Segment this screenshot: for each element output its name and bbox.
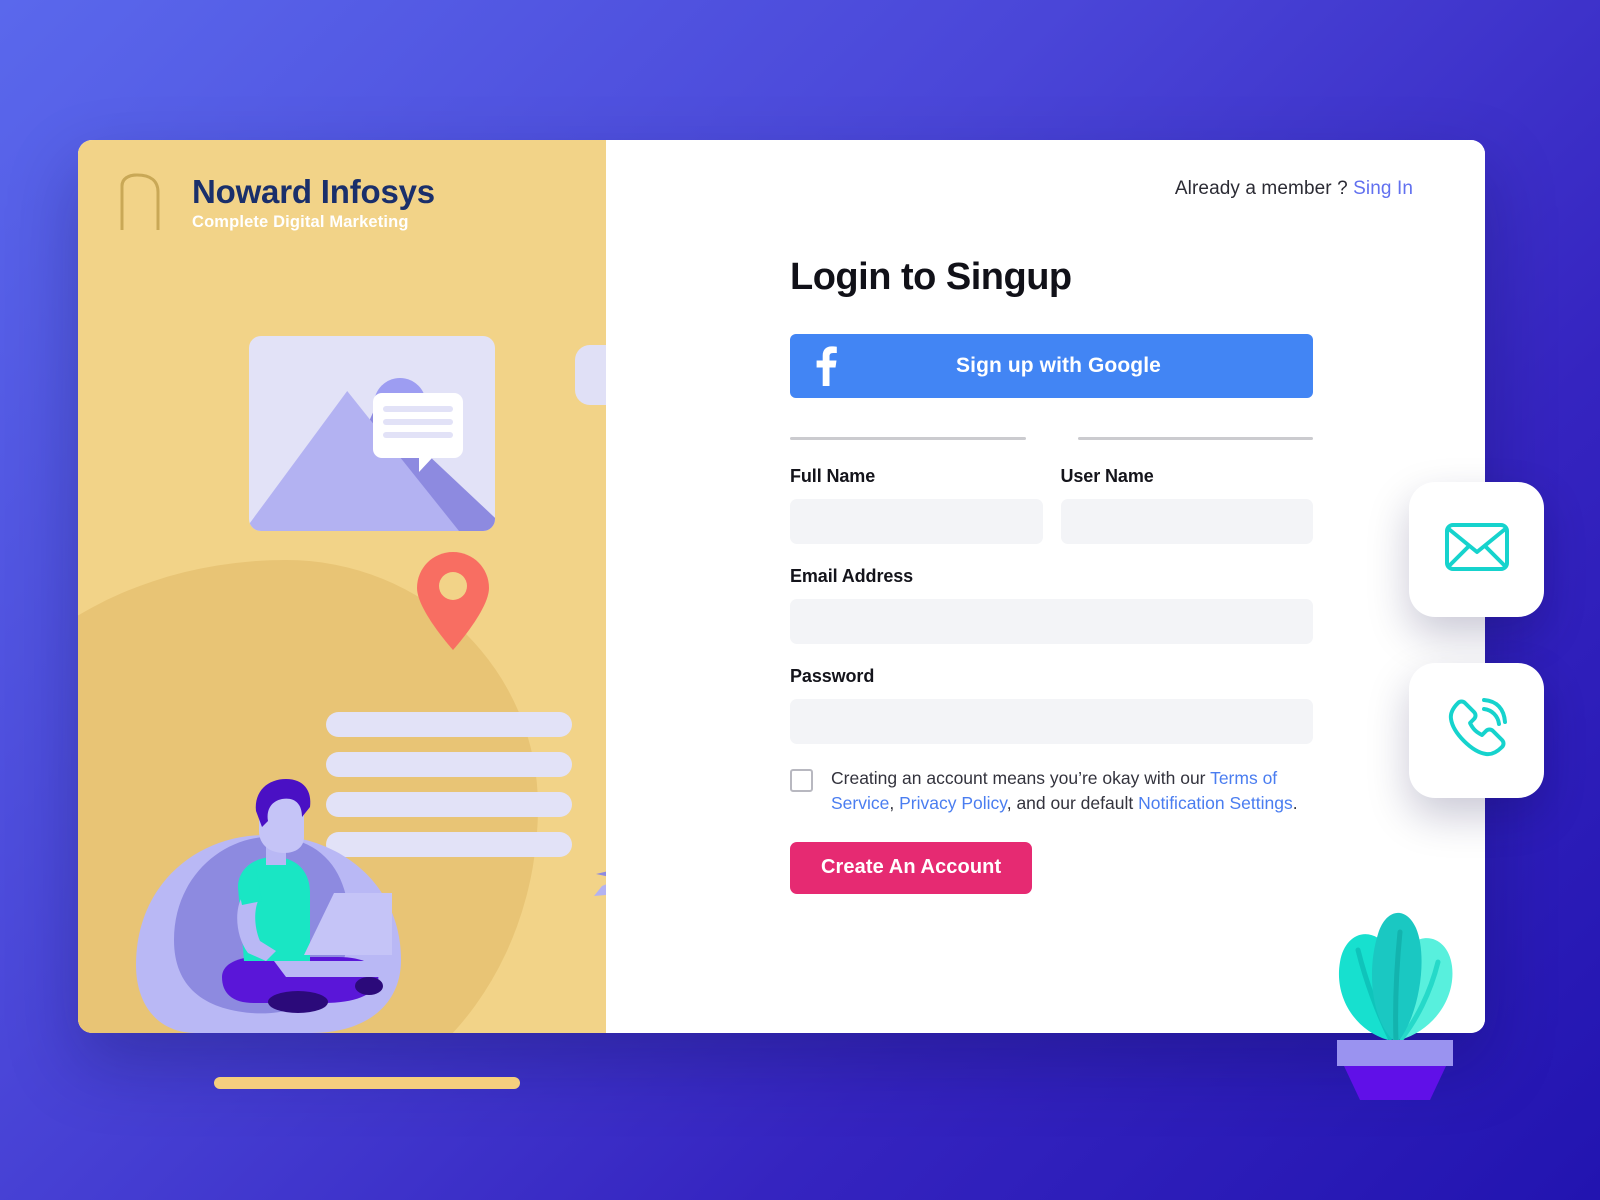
create-account-button[interactable]: Create An Account [790, 841, 1033, 894]
user-name-label: User Name [1060, 466, 1154, 486]
person-with-laptop-illustration [126, 765, 456, 1033]
password-label: Password [790, 666, 875, 686]
phone-call-icon [1446, 697, 1508, 764]
location-pin-icon [417, 552, 489, 650]
email-input[interactable] [790, 599, 1313, 644]
terms-text-part2: , [889, 792, 900, 813]
envelope-icon [1444, 522, 1510, 577]
terms-text-part3: , and our default [1006, 792, 1139, 813]
page-title: Login to Singup [790, 256, 1072, 298]
terms-row: Creating an account means you’re okay wi… [790, 766, 1330, 816]
full-name-input[interactable] [790, 499, 1043, 544]
mail-float-card[interactable] [1409, 482, 1544, 617]
facebook-f-icon [812, 346, 838, 386]
full-name-label: Full Name [790, 466, 876, 486]
name-fields-row: Full Name User Name [790, 466, 1313, 544]
brand-subtitle: Complete Digital Marketing [192, 213, 409, 232]
member-prompt-row: Already a member ? Sing In [790, 178, 1413, 200]
bubble-line [383, 419, 453, 425]
user-name-field-group: User Name [1060, 466, 1313, 544]
bottom-accent-bar [214, 1077, 520, 1089]
email-label: Email Address [790, 566, 914, 586]
divider-row [790, 437, 1313, 440]
play-button-card[interactable] [575, 345, 606, 405]
text-bar [326, 712, 572, 737]
paper-plane-icon [578, 846, 606, 898]
divider-left [790, 437, 1026, 440]
privacy-policy-link[interactable]: Privacy Policy [899, 793, 1007, 813]
bubble-line [383, 406, 453, 412]
social-signup-label: Sign up with Google [956, 354, 1161, 377]
chat-bubble-icon [373, 393, 463, 472]
potted-plant-illustration [1310, 862, 1480, 1100]
terms-text-part4: . [1292, 792, 1298, 813]
bubble-line [383, 432, 453, 438]
branding-panel: Noward Infosys Complete Digital Marketin… [78, 140, 606, 1033]
brand-logo: Noward Infosys Complete Digital Marketin… [118, 172, 435, 234]
terms-text: Creating an account means you’re okay wi… [831, 766, 1330, 816]
user-name-input[interactable] [1060, 499, 1313, 544]
email-field-group: Email Address [790, 566, 1313, 644]
signup-card: Noward Infosys Complete Digital Marketin… [78, 140, 1485, 1033]
social-signup-button[interactable]: Sign up with Google [790, 334, 1313, 398]
brand-mark-icon [118, 172, 176, 234]
password-field-group: Password [790, 666, 1313, 744]
notification-settings-link[interactable]: Notification Settings [1138, 793, 1293, 813]
terms-text-part1: Creating an account means you’re okay wi… [831, 768, 1211, 788]
password-input[interactable] [790, 699, 1313, 744]
member-prompt-text: Already a member ? [1174, 178, 1348, 199]
full-name-field-group: Full Name [790, 466, 1043, 544]
phone-float-card[interactable] [1409, 663, 1544, 798]
signin-link[interactable]: Sing In [1353, 178, 1413, 199]
divider-right [1077, 437, 1313, 440]
image-placeholder-card [249, 336, 495, 531]
terms-checkbox[interactable] [790, 769, 813, 792]
brand-title: Noward Infosys [192, 172, 435, 210]
